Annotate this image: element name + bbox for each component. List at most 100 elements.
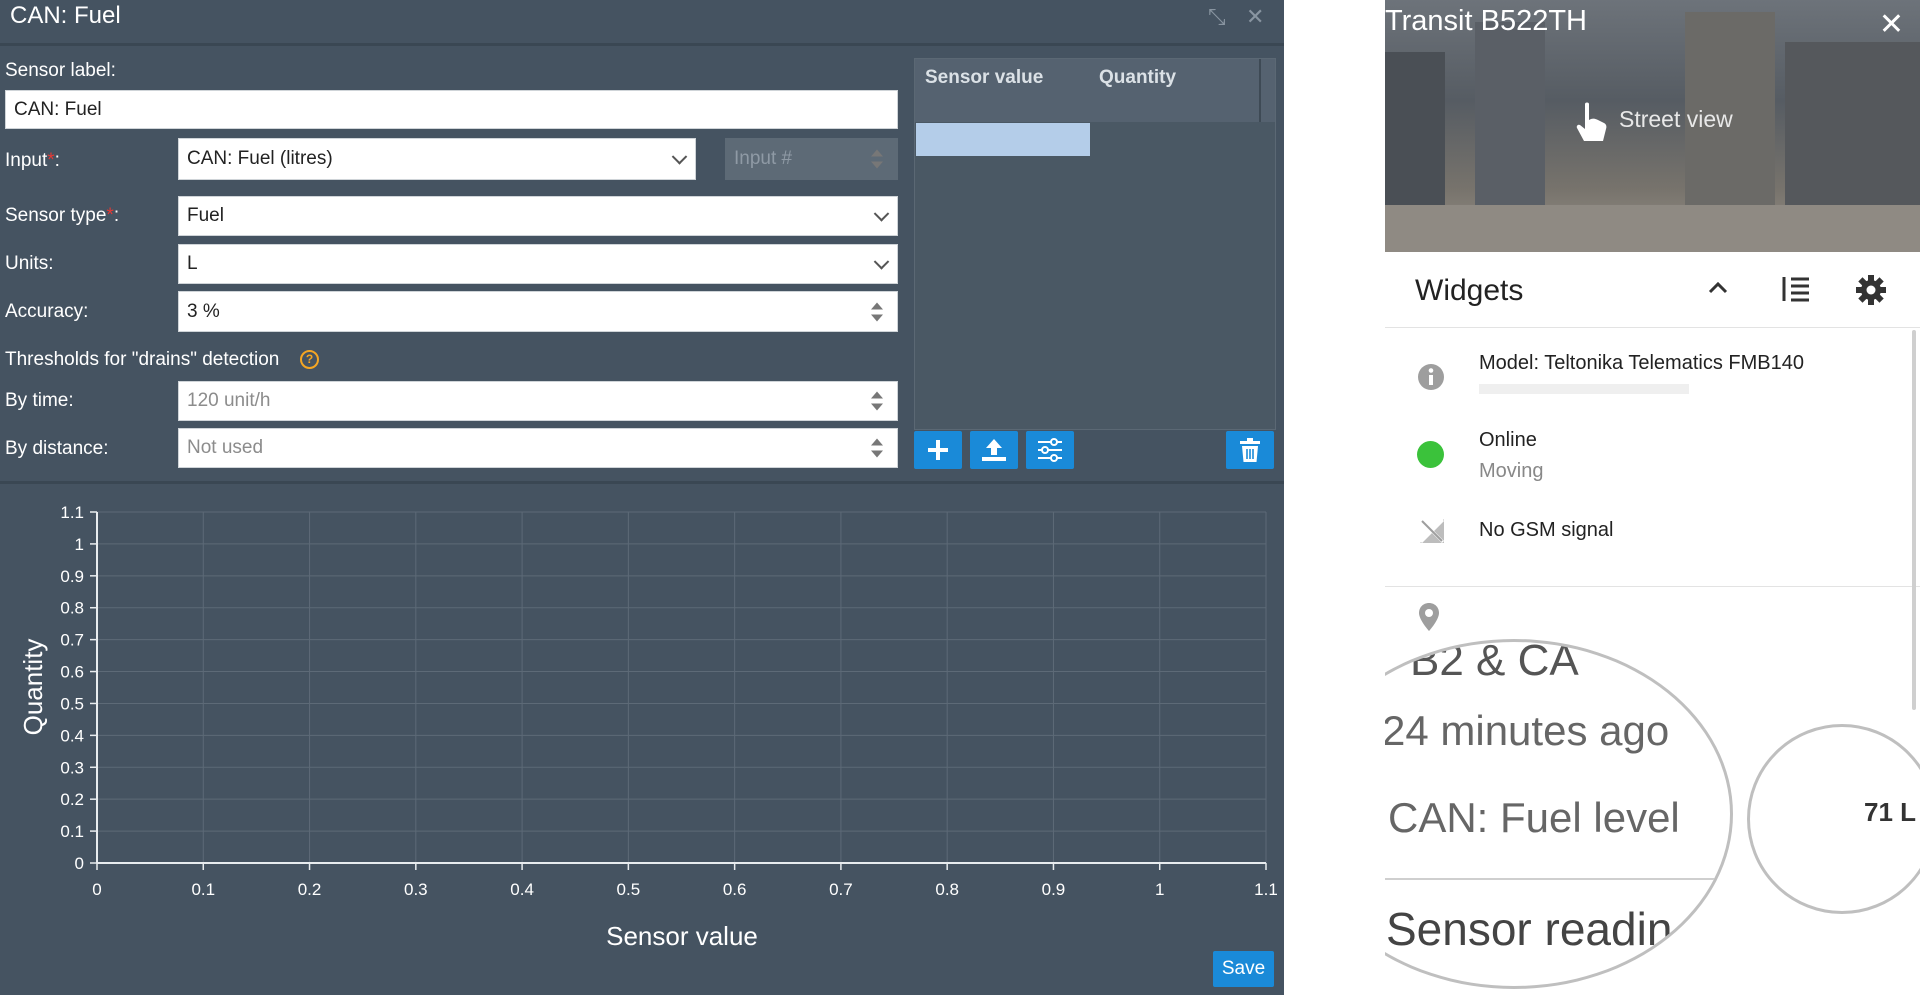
sensor-type-select[interactable]: Fuel — [178, 196, 898, 236]
magnifier-lens: B2 & CA 24 minutes ago CAN: Fuel level S… — [1385, 639, 1733, 989]
expand-icon[interactable]: ⤡ — [1208, 4, 1226, 30]
chevron-down-icon — [671, 149, 688, 165]
y-tick-label: 0.1 — [60, 822, 84, 841]
x-tick-label: 1.1 — [1254, 880, 1278, 899]
accuracy-stepper[interactable]: 3 % — [178, 291, 898, 332]
x-tick-label: 1 — [1155, 880, 1164, 899]
y-tick-label: 0.7 — [60, 631, 84, 650]
add-row-button[interactable] — [914, 431, 962, 469]
status-dot — [1417, 441, 1444, 468]
calibration-chart: 0 0.1 0.2 0.3 0.4 0.5 0.6 0.7 0.8 0.9 1 1.1 0 0.1 0.2 0… — [18, 503, 1278, 950]
x-tick-label: 0.6 — [723, 880, 747, 899]
y-tick-label: 0.2 — [60, 790, 84, 809]
no-gsm-signal-icon — [1419, 518, 1445, 544]
stepper-icon[interactable] — [871, 391, 883, 411]
sensor-dialog: CAN: Fuel ⤡ ✕ Sensor label: CAN: Fuel In… — [0, 0, 1284, 995]
x-tick-label: 0.1 — [191, 880, 215, 899]
save-button[interactable]: Save — [1213, 951, 1274, 987]
chevron-down-icon — [873, 206, 890, 222]
close-icon[interactable]: ✕ — [1879, 10, 1904, 40]
y-tick-label: 0.8 — [60, 599, 84, 618]
street-view-image[interactable]: Transit B522TH ✕ Street view — [1385, 0, 1920, 252]
dialog-title: CAN: Fuel — [10, 2, 121, 29]
accuracy-label: Accuracy: — [5, 301, 89, 322]
widgets-title: Widgets — [1415, 274, 1524, 307]
plus-icon — [928, 440, 948, 460]
delete-button[interactable] — [1226, 431, 1274, 469]
gear-icon[interactable] — [1855, 274, 1887, 306]
x-tick-label: 0.7 — [829, 880, 853, 899]
help-icon[interactable]: ? — [300, 350, 319, 369]
y-axis-label: Quantity — [18, 639, 48, 736]
sensor-type-label: Sensor type*: — [5, 205, 120, 226]
sensor-label-input[interactable]: CAN: Fuel — [5, 90, 898, 129]
x-tick-label: 0.8 — [935, 880, 959, 899]
col-sensor-value[interactable]: Sensor value — [925, 67, 1043, 89]
sensor-label-label: Sensor label: — [5, 60, 116, 81]
blurred-text — [1479, 384, 1689, 394]
col-quantity[interactable]: Quantity — [1099, 67, 1176, 89]
by-distance-label: By distance: — [5, 438, 109, 459]
zoom-time: 24 minutes ago — [1385, 707, 1670, 754]
x-tick-label: 0 — [92, 880, 101, 899]
chevron-up-icon[interactable] — [1707, 280, 1729, 296]
input-select[interactable]: CAN: Fuel (litres) — [178, 138, 696, 180]
x-tick-label: 0.3 — [404, 880, 428, 899]
zoom-text: B2 & CA — [1410, 639, 1579, 685]
location-pin-icon — [1419, 603, 1439, 631]
gsm-status: No GSM signal — [1479, 519, 1614, 541]
y-tick-label: 1.1 — [60, 503, 84, 522]
thresholds-heading: Thresholds for "drains" detection — [5, 349, 280, 370]
x-axis-label: Sensor value — [606, 921, 758, 950]
upload-button[interactable] — [970, 431, 1018, 469]
sort-list-icon[interactable] — [1779, 275, 1811, 303]
y-tick-label: 0.6 — [60, 663, 84, 682]
dialog-titlebar: CAN: Fuel ⤡ ✕ — [0, 0, 1284, 46]
x-tick-label: 0.4 — [510, 880, 534, 899]
x-tick-label: 0.9 — [1042, 880, 1066, 899]
stepper-icon[interactable] — [871, 438, 883, 458]
street-view-label[interactable]: Street view — [1619, 106, 1733, 133]
x-tick-label: 0.2 — [298, 880, 322, 899]
by-distance-input[interactable]: Not used — [178, 428, 898, 468]
input-number-field: Input # — [725, 138, 898, 180]
x-tick-label: 0.5 — [617, 880, 641, 899]
table-row[interactable] — [916, 123, 1090, 156]
divider — [1385, 586, 1920, 587]
model-text: Model: Teltonika Telematics FMB140 — [1479, 352, 1804, 374]
units-select[interactable]: L — [178, 244, 898, 284]
y-tick-label: 0 — [75, 854, 84, 873]
close-icon[interactable]: ✕ — [1246, 4, 1264, 30]
units-label: Units: — [5, 253, 54, 274]
widgets-header: Widgets — [1385, 252, 1920, 328]
vehicle-name: Transit B522TH — [1385, 5, 1587, 37]
y-tick-label: 0.4 — [60, 726, 84, 745]
zoom-heading: Sensor readin — [1386, 903, 1673, 955]
by-time-input[interactable]: 120 unit/h — [178, 381, 898, 421]
scrollbar[interactable] — [1912, 330, 1916, 710]
divider — [1385, 878, 1730, 880]
calibration-table: Sensor value Quantity — [914, 58, 1276, 430]
column-divider — [1259, 59, 1261, 122]
hand-pointer-icon — [1576, 102, 1607, 141]
fuel-value: 71 L — [1864, 797, 1917, 827]
upload-icon — [982, 439, 1006, 461]
trash-icon — [1240, 438, 1260, 462]
table-header: Sensor value Quantity — [915, 59, 1275, 122]
status-online: Online — [1479, 429, 1537, 451]
stepper-icon[interactable] — [871, 302, 883, 321]
zoom-sensor-name: CAN: Fuel level — [1388, 794, 1680, 841]
unit-panel: Transit B522TH ✕ Street view Widgets Mod… — [1385, 0, 1920, 995]
by-time-label: By time: — [5, 390, 74, 411]
input-label: Input*: — [5, 150, 60, 171]
stepper-icon — [871, 149, 883, 169]
sliders-icon — [1038, 438, 1062, 462]
y-tick-label: 0.9 — [60, 567, 84, 586]
chevron-down-icon — [873, 254, 890, 270]
y-tick-label: 0.3 — [60, 758, 84, 777]
y-tick-label: 0.5 — [60, 694, 84, 713]
magnifier-lens-value: 71 L — [1747, 724, 1920, 914]
settings-button[interactable] — [1026, 431, 1074, 469]
info-icon — [1418, 364, 1444, 390]
divider — [0, 481, 1284, 484]
